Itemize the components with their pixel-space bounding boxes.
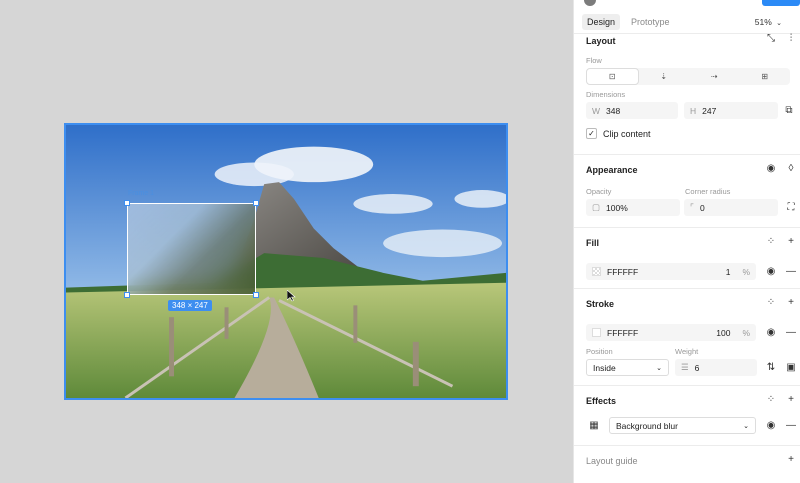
layout-guide-section: Layout guide +	[574, 446, 800, 480]
chevron-down-icon: ⌄	[776, 20, 782, 27]
height-field[interactable]: H 247	[684, 102, 778, 119]
layout-title: Layout	[586, 36, 616, 46]
add-fill-icon[interactable]: +	[786, 237, 796, 247]
appearance-section: Appearance ◉ ◊ Opacity Corner radius ▢ 1…	[574, 155, 800, 228]
opacity-label: Opacity	[586, 187, 612, 196]
tab-design[interactable]: Design	[582, 13, 621, 30]
clip-content-label: Clip content	[603, 128, 651, 139]
layout-section: Layout ⤡ ⫶ Flow ⊡ ⇣ ⇢ ⊞ Dimensions W 348…	[574, 34, 800, 155]
flow-horizontal-icon[interactable]: ⇢	[689, 68, 740, 85]
stroke-weight-value: 6	[694, 362, 700, 373]
chevron-down-icon: ⌄	[656, 364, 662, 372]
styles-grid-icon[interactable]: ⁘	[766, 237, 776, 247]
independent-corners-icon[interactable]: ⛶	[786, 203, 796, 213]
styles-grid-icon[interactable]: ⁘	[766, 298, 776, 308]
canvas[interactable]: Frame 1 348 × 247	[0, 0, 573, 483]
effects-title: Effects	[586, 396, 617, 406]
flow-label: Flow	[586, 56, 602, 65]
eye-icon[interactable]: ◉	[766, 164, 776, 174]
eye-icon[interactable]: ◉	[766, 421, 776, 431]
frame-label: Frame 1	[128, 190, 155, 197]
opacity-icon: ▢	[592, 202, 601, 212]
flow-freeform-icon[interactable]: ⊡	[586, 68, 639, 85]
stroke-weight-field[interactable]: ☰ 6	[675, 359, 757, 376]
droplet-icon[interactable]: ◊	[786, 164, 796, 174]
stroke-settings-icon[interactable]: ⇅	[766, 363, 776, 373]
stroke-color-field[interactable]: FFFFFF 100 %	[586, 324, 756, 341]
width-field[interactable]: W 348	[586, 102, 678, 119]
corner-radius-value: 0	[699, 202, 705, 213]
fill-title: Fill	[586, 238, 599, 248]
stroke-swatch[interactable]	[592, 328, 601, 337]
resize-handle-top-right[interactable]	[253, 200, 259, 206]
add-stroke-icon[interactable]: +	[786, 298, 796, 308]
weight-label: Weight	[675, 347, 699, 356]
fill-opacity-unit: %	[742, 266, 750, 277]
weight-icon: ☰	[681, 362, 689, 372]
effect-settings-icon[interactable]: ▦	[589, 421, 599, 431]
resize-handle-top-left[interactable]	[124, 200, 130, 206]
layout-guide-title: Layout guide	[586, 456, 638, 466]
avatar[interactable]	[584, 0, 596, 6]
fill-color-field[interactable]: FFFFFF 1 %	[586, 263, 756, 280]
collapse-icon[interactable]: ⤡	[766, 34, 776, 44]
corner-radius-label: Corner radius	[685, 187, 731, 196]
stroke-section: Stroke ⁘ + FFFFFF 100 % ◉ — Position Wei…	[574, 289, 800, 386]
check-icon: ✓	[586, 128, 597, 139]
fill-color-value: FFFFFF	[607, 266, 639, 277]
resize-handle-bottom-right[interactable]	[253, 292, 259, 298]
corner-radius-field[interactable]: ⌜ 0	[684, 199, 778, 216]
remove-fill-icon[interactable]: —	[786, 267, 796, 277]
styles-grid-icon[interactable]: ⁘	[766, 395, 776, 405]
tab-prototype[interactable]: Prototype	[626, 14, 675, 30]
flow-grid-icon[interactable]: ⊞	[740, 68, 791, 85]
fill-opacity-value: 1	[725, 266, 731, 277]
panel-header: Design Prototype 51% ⌄	[574, 0, 800, 34]
blur-rectangle[interactable]	[127, 203, 256, 295]
dimensions-label: Dimensions	[586, 90, 626, 99]
remove-stroke-icon[interactable]: —	[786, 328, 796, 338]
add-layout-guide-icon[interactable]: +	[786, 455, 796, 465]
align-icon[interactable]: ⫶	[786, 34, 796, 44]
stroke-title: Stroke	[586, 299, 615, 309]
properties-panel: Design Prototype 51% ⌄ Layout ⤡ ⫶ Flow ⊡…	[573, 0, 800, 483]
stroke-position-select[interactable]: Inside ⌄	[586, 359, 669, 376]
add-effect-icon[interactable]: +	[786, 395, 796, 405]
clip-content-checkbox[interactable]: ✓ Clip content	[586, 128, 651, 139]
zoom-value: 51%	[754, 17, 772, 27]
chevron-down-icon: ⌄	[743, 422, 749, 430]
share-button[interactable]	[762, 0, 800, 6]
eye-icon[interactable]: ◉	[766, 267, 776, 277]
stroke-opacity-value: 100	[716, 327, 731, 338]
appearance-title: Appearance	[586, 165, 638, 175]
corner-radius-icon: ⌜	[690, 202, 694, 212]
resize-to-fit-icon[interactable]: ⧉	[784, 106, 794, 116]
opacity-value: 100%	[606, 202, 628, 213]
height-prefix: H	[690, 105, 697, 116]
stroke-color-value: FFFFFF	[607, 327, 639, 338]
stroke-opacity-unit: %	[742, 327, 750, 338]
effect-type-select[interactable]: Background blur ⌄	[609, 417, 756, 434]
effects-section: Effects ⁘ + ▦ Background blur ⌄ ◉ —	[574, 386, 800, 446]
resize-handle-bottom-left[interactable]	[124, 292, 130, 298]
eye-icon[interactable]: ◉	[766, 328, 776, 338]
fill-swatch[interactable]	[592, 267, 601, 276]
fill-section: Fill ⁘ + FFFFFF 1 % ◉ —	[574, 228, 800, 289]
width-value: 348	[606, 105, 621, 116]
flow-vertical-icon[interactable]: ⇣	[639, 68, 690, 85]
position-label: Position	[586, 347, 613, 356]
opacity-field[interactable]: ▢ 100%	[586, 199, 680, 216]
width-prefix: W	[592, 105, 601, 116]
dimension-badge: 348 × 247	[168, 300, 212, 311]
stroke-position-value: Inside	[593, 362, 616, 373]
flow-selector: ⊡ ⇣ ⇢ ⊞	[586, 68, 790, 85]
zoom-dropdown[interactable]: 51% ⌄	[755, 17, 782, 27]
effect-type-value: Background blur	[616, 420, 678, 431]
stroke-sides-icon[interactable]: ▣	[786, 363, 796, 373]
height-value: 247	[702, 105, 717, 116]
remove-effect-icon[interactable]: —	[786, 421, 796, 431]
